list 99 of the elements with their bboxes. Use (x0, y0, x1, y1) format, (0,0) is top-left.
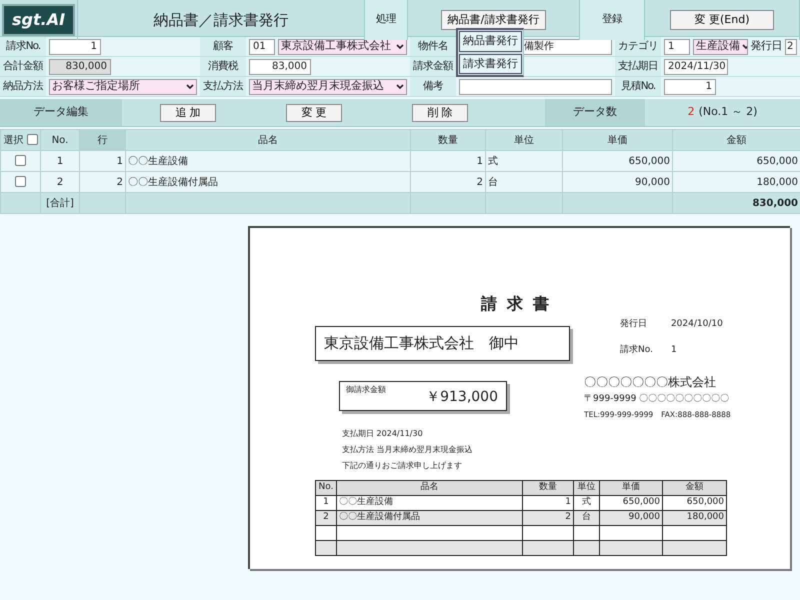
count-label: データ数 (573, 104, 617, 120)
column-header: 単価 (562, 130, 672, 150)
column-header: 品名 (336, 480, 522, 496)
row-checkbox[interactable] (15, 155, 26, 166)
input-field[interactable]: 83,000 (249, 58, 311, 74)
table-cell: 台 (486, 172, 562, 192)
column-header: 単位 (574, 480, 600, 496)
column-header: No. (40, 130, 80, 150)
table-cell: 1 (522, 495, 574, 510)
table-cell: 〇〇生産設備 (126, 150, 410, 172)
menu-item[interactable]: 請求書発行 (459, 54, 522, 74)
table-cell: 2 (40, 172, 80, 192)
select-field[interactable]: 東京設備工事株式会社 (278, 38, 407, 54)
table-cell: 〇〇生産設備付属品 (126, 172, 410, 192)
amount-label: 御請求金額 (346, 384, 386, 396)
column-header: 数量 (522, 480, 574, 496)
field-label: 物件名 (418, 38, 448, 54)
invoice-note: 支払方法 当月末締め翌月末現金振込 (342, 444, 474, 456)
select-all-checkbox[interactable] (26, 134, 38, 146)
menu-item[interactable]: 納品書発行 (459, 31, 522, 52)
input-field[interactable]: 1 (664, 38, 690, 54)
record-count: 2 (688, 104, 695, 120)
amount-value: ￥913,000 (426, 388, 498, 407)
table-cell: 90,000 (562, 172, 672, 192)
section-label: データ編集 (34, 104, 88, 120)
field-label: 支払方法 (203, 78, 243, 94)
column-header: 選択 (4, 134, 24, 146)
total-amount: 830,000 (672, 192, 800, 214)
register-label: 登録 (602, 12, 622, 28)
process-label: 処理 (376, 12, 396, 28)
input-field[interactable]: 01 (249, 38, 275, 54)
field-label: 消費税 (208, 58, 238, 74)
field-label: 請求No. (6, 38, 40, 54)
table-cell: 1 (80, 150, 126, 172)
toolbar-button[interactable]: 削 除 (412, 104, 468, 122)
table-cell: 180,000 (662, 510, 726, 526)
field-label: 発行日 (750, 38, 782, 54)
column-header: 単位 (486, 130, 562, 150)
field-label: カテゴリ (618, 38, 658, 54)
invoice-note: 支払期日 2024/11/30 (342, 428, 424, 440)
table-cell: 1 (40, 150, 80, 172)
row-checkbox[interactable] (15, 176, 26, 188)
table-cell: 650,000 (662, 495, 726, 510)
field-label: 納品方法 (3, 78, 43, 94)
column-header: No. (316, 480, 336, 496)
input-field[interactable]: 1 (664, 78, 716, 94)
input-field[interactable]: 2024/11/30 (664, 58, 728, 74)
table-cell: 台 (574, 510, 600, 526)
toolbar-button[interactable]: 変 更 (286, 104, 342, 122)
table-cell: 式 (574, 495, 600, 510)
column-header: 金額 (672, 130, 800, 150)
column-header: 単価 (600, 480, 662, 496)
select-field[interactable]: 生産設備 (693, 38, 748, 54)
field-label: 顧客 (213, 38, 233, 54)
table-cell: 〇〇生産設備 (336, 495, 522, 510)
invoice-title: 請求書 (480, 293, 560, 315)
table-cell: 1 (410, 150, 486, 172)
issue-date: 2024/10/10 (670, 318, 723, 331)
invoice-note: 下記の通りおご請求申し上げます (342, 460, 463, 472)
column-header: 品名 (126, 130, 410, 150)
field-label: 合計金額 (3, 58, 43, 74)
column-header: 行 (80, 130, 126, 150)
field-label: 支払期日 (618, 58, 658, 74)
issue-date-label: 発行日 (620, 318, 648, 331)
logo: sgt.AI (2, 4, 76, 36)
table-cell: 650,000 (600, 495, 662, 510)
table-cell: 2 (522, 510, 574, 526)
company-name: 〇〇〇〇〇〇〇株式会社 (584, 374, 717, 391)
table-cell: 1 (316, 495, 336, 510)
change-end-button[interactable]: 変 更(End) (670, 10, 774, 30)
invoice-number: 1 (670, 344, 678, 356)
input-field[interactable]: 1 (49, 38, 101, 54)
field-label: 請求金額 (413, 58, 453, 74)
table-cell: 180,000 (672, 172, 800, 192)
column-header: 数量 (410, 130, 486, 150)
record-range: (No.1 ～ 2) (698, 104, 758, 120)
table-cell: 2 (80, 172, 126, 192)
table-cell: 式 (486, 150, 562, 172)
select-field[interactable]: お客様ご指定場所 (49, 78, 197, 94)
table-cell: 〇〇生産設備付属品 (336, 510, 522, 526)
field-label: 見積No. (620, 78, 656, 94)
table-cell: 650,000 (672, 150, 800, 172)
recipient-name: 東京設備工事株式会社 御中 (315, 326, 570, 361)
column-header: 金額 (662, 480, 726, 496)
total-label: [合計] (40, 192, 80, 214)
table-cell: 90,000 (600, 510, 662, 526)
invoice-number-label: 請求No. (620, 344, 653, 356)
table-cell: 650,000 (562, 150, 672, 172)
input-field[interactable]: 830,000 (49, 58, 111, 74)
table-cell: 2 (410, 172, 486, 192)
input-field[interactable]: 2 (785, 38, 797, 54)
select-field[interactable]: 当月末締め翌月末現金振込 (249, 78, 407, 94)
company-address: 〒999-9999 〇〇〇〇〇〇〇〇〇〇 (584, 393, 730, 406)
toolbar-button[interactable]: 追 加 (160, 104, 216, 122)
page-title: 納品書／請求書発行 (154, 10, 288, 31)
table-cell: 2 (316, 510, 336, 526)
issue-menu-button[interactable]: 納品書/請求書発行 (440, 10, 546, 30)
input-field[interactable] (459, 78, 612, 94)
field-label: 備考 (423, 78, 443, 94)
